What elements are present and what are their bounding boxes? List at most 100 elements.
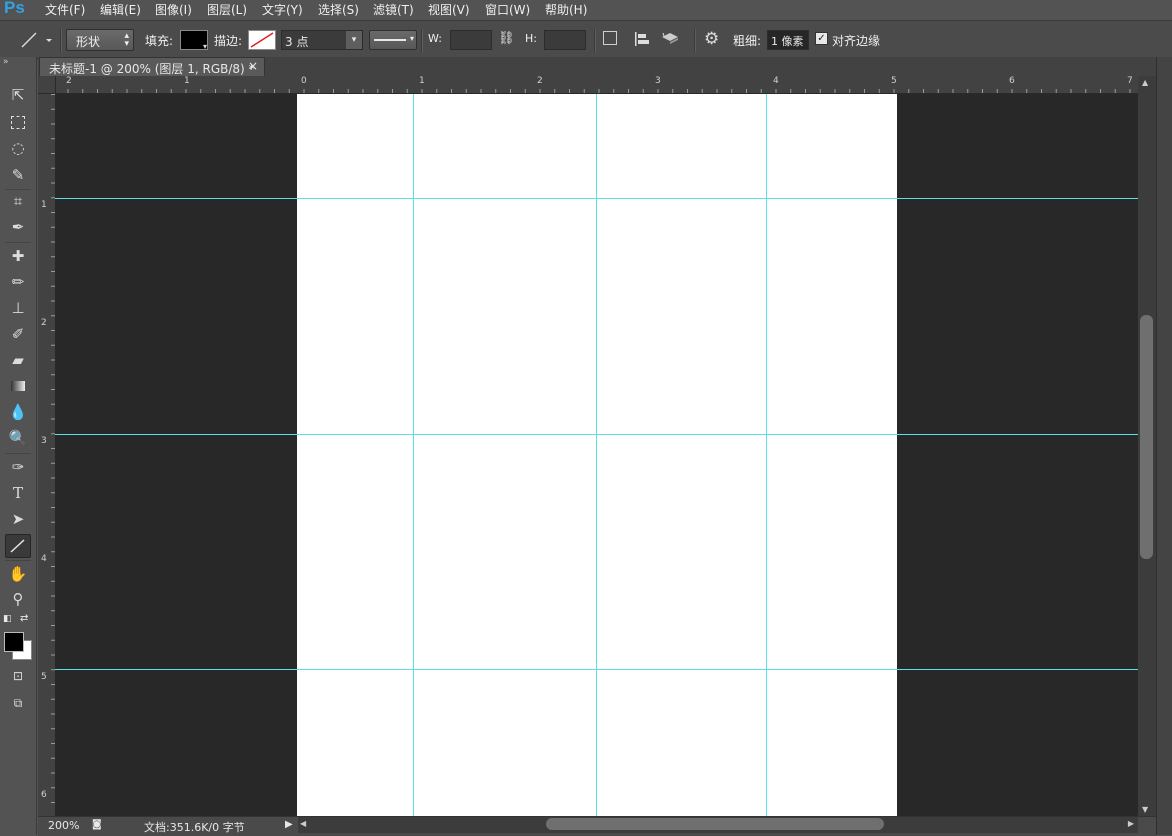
chevron-down-icon: ▾ <box>409 34 414 43</box>
menu-layer[interactable]: 图层(L) <box>207 1 247 18</box>
marquee-tool-icon[interactable] <box>6 111 30 133</box>
foreground-color-swatch[interactable] <box>4 632 24 652</box>
ruler-label: 7 <box>1127 76 1133 86</box>
document-tab[interactable]: 未标题-1 @ 200% (图层 1, RGB/8) * × <box>39 57 265 77</box>
tool-preset-picker[interactable] <box>18 29 58 51</box>
no-color-icon <box>250 32 274 48</box>
link-icon[interactable]: ⛓ <box>498 31 515 46</box>
move-tool-icon[interactable]: ⇱ <box>6 84 30 106</box>
menu-view[interactable]: 视图(V) <box>428 1 470 18</box>
menu-type[interactable]: 文字(Y) <box>262 1 303 18</box>
ruler-label: 1 <box>419 76 425 86</box>
vertical-guide[interactable] <box>596 94 597 816</box>
close-icon[interactable]: × <box>248 59 258 73</box>
stroke-size-value: 3 点 <box>285 35 309 49</box>
menu-select[interactable]: 选择(S) <box>318 1 359 18</box>
gear-icon[interactable]: ⚙ <box>704 29 719 49</box>
canvas-pasteboard[interactable] <box>55 94 1138 816</box>
height-input[interactable] <box>544 30 586 50</box>
panel-dock[interactable] <box>1156 57 1172 835</box>
scroll-down-icon[interactable]: ▼ <box>1142 805 1148 814</box>
dodge-tool-icon[interactable]: 🔍 <box>6 427 30 449</box>
healing-brush-tool-icon[interactable]: ✚ <box>6 245 30 267</box>
gradient-tool-icon[interactable] <box>6 375 30 397</box>
width-input[interactable] <box>450 30 492 50</box>
fill-swatch[interactable]: ▾ <box>180 30 208 51</box>
ruler-label: 1 <box>184 76 190 86</box>
path-operations-icon[interactable] <box>603 31 617 45</box>
brush-tool-icon[interactable]: ✏ <box>6 271 30 293</box>
status-expand-icon[interactable]: ▶ <box>285 819 293 830</box>
hand-tool-icon[interactable]: ✋ <box>6 563 30 585</box>
ruler-label: 3 <box>41 436 47 446</box>
chevron-down-icon[interactable]: ▾ <box>346 31 362 49</box>
weight-input[interactable]: 1 像素 <box>767 30 809 50</box>
ruler-label: 6 <box>1009 76 1015 86</box>
menu-edit[interactable]: 编辑(E) <box>100 1 141 18</box>
horizontal-guide[interactable] <box>55 198 1138 199</box>
collapse-panel-icon[interactable]: » <box>3 57 9 67</box>
ruler-label: 6 <box>41 790 47 800</box>
path-arrangement-icon[interactable] <box>662 30 682 53</box>
stroke-label: 描边: <box>214 34 243 48</box>
status-menu-icon[interactable]: ◙ <box>92 819 102 830</box>
horizontal-ruler[interactable]: 2 1 0 1 2 3 4 5 6 7 <box>38 76 1138 94</box>
menu-image[interactable]: 图像(I) <box>155 1 192 18</box>
vertical-ruler[interactable]: 1 2 3 4 5 6 <box>38 94 56 816</box>
path-alignment-icon[interactable] <box>633 30 651 51</box>
ruler-label: 4 <box>41 554 47 564</box>
stroke-line-preview <box>374 39 406 41</box>
lasso-tool-icon[interactable]: ◌ <box>6 137 30 159</box>
line-tool-icon[interactable] <box>5 534 31 558</box>
history-brush-tool-icon[interactable]: ✐ <box>6 323 30 345</box>
horizontal-guide[interactable] <box>55 669 1138 670</box>
horizontal-scroll-thumb[interactable] <box>546 818 884 830</box>
vertical-scroll-thumb[interactable] <box>1140 315 1153 559</box>
ruler-label: 2 <box>41 318 47 328</box>
menu-filter[interactable]: 滤镜(T) <box>373 1 414 18</box>
ruler-origin[interactable] <box>38 76 56 94</box>
pen-tool-icon[interactable]: ✑ <box>6 456 30 478</box>
tool-mode-value: 形状 <box>76 35 101 49</box>
scroll-left-icon[interactable]: ◀ <box>300 819 306 828</box>
menu-help[interactable]: 帮助(H) <box>545 1 587 18</box>
ruler-label: 1 <box>41 200 47 210</box>
path-select-tool-icon[interactable]: ➤ <box>6 508 30 530</box>
line-glyph <box>10 539 25 553</box>
quick-select-tool-icon[interactable]: ✎ <box>6 164 30 186</box>
weight-label: 粗细: <box>733 34 762 48</box>
scroll-right-icon[interactable]: ▶ <box>1128 819 1134 828</box>
quick-mask-icon[interactable]: ⊡ <box>6 665 30 687</box>
zoom-tool-icon[interactable]: ⚲ <box>6 588 30 610</box>
ruler-ticks <box>38 76 1138 93</box>
stroke-swatch[interactable] <box>248 30 276 50</box>
menu-window[interactable]: 窗口(W) <box>485 1 530 18</box>
scroll-up-icon[interactable]: ▲ <box>1142 78 1148 87</box>
zoom-level[interactable]: 200% <box>48 819 79 832</box>
eyedropper-tool-icon[interactable]: ✒ <box>6 216 30 238</box>
weight-value: 1 像素 <box>771 35 804 48</box>
type-tool-icon[interactable]: T <box>6 482 30 504</box>
document-canvas[interactable] <box>297 94 897 816</box>
ruler-label: 0 <box>301 76 307 86</box>
clone-stamp-tool-icon[interactable]: ⊥ <box>6 297 30 319</box>
stroke-size-field[interactable]: 3 点 ▾ <box>281 30 363 50</box>
width-label: W: <box>428 32 442 45</box>
crop-tool-icon[interactable]: ⌗ <box>6 190 30 212</box>
eraser-tool-icon[interactable]: ▰ <box>6 349 30 371</box>
vertical-guide[interactable] <box>413 94 414 816</box>
default-colors-icon[interactable]: ◧ <box>3 614 12 624</box>
vertical-guide[interactable] <box>766 94 767 816</box>
ruler-label: 2 <box>66 76 72 86</box>
tool-mode-select[interactable]: 形状 ▴ ▾ <box>66 29 134 51</box>
stroke-type-select[interactable]: ▾ <box>369 30 417 50</box>
blur-tool-icon[interactable]: 💧 <box>6 401 30 423</box>
line-tool-icon <box>21 32 52 48</box>
horizontal-guide[interactable] <box>55 434 1138 435</box>
align-edges-checkbox[interactable]: ✓ <box>815 32 828 45</box>
ruler-label: 5 <box>41 672 47 682</box>
swap-colors-icon[interactable]: ⇄ <box>20 613 28 624</box>
menu-file[interactable]: 文件(F) <box>45 1 85 18</box>
options-bar: 形状 ▴ ▾ 填充: ▾ 描边: 3 点 ▾ ▾ W: ⛓ H: ⚙ 粗细: 1 … <box>0 20 1172 59</box>
screen-mode-icon[interactable]: ⧉ <box>6 692 30 714</box>
